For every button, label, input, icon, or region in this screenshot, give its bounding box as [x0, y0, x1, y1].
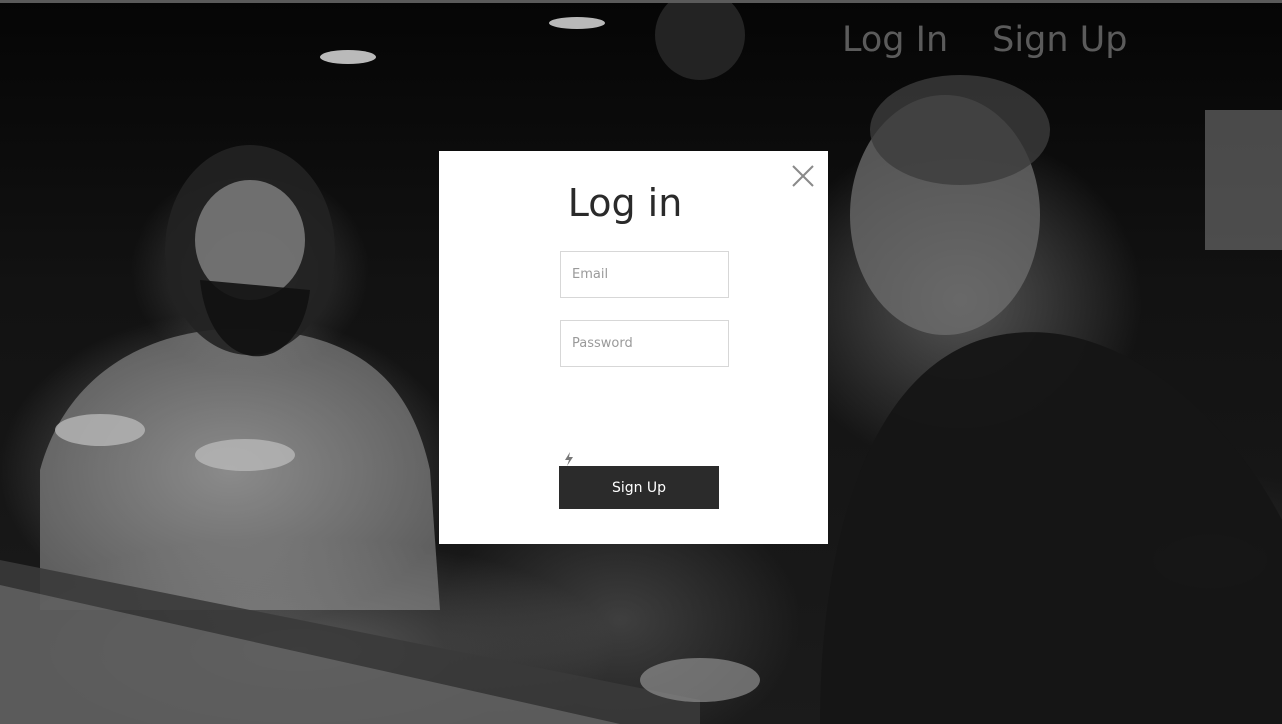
lightning-icon	[563, 451, 575, 466]
signup-button[interactable]: Sign Up	[559, 466, 719, 509]
email-field[interactable]	[560, 251, 729, 298]
nav-login-link[interactable]: Log In	[842, 20, 948, 60]
page: Log In Sign Up Log in Sign Up	[0, 0, 1282, 724]
login-modal: Log in Sign Up	[439, 151, 828, 544]
modal-title: Log in	[567, 181, 683, 225]
header-nav: Log In Sign Up	[842, 20, 1127, 60]
password-field[interactable]	[560, 320, 729, 367]
top-border	[0, 0, 1282, 3]
nav-signup-link[interactable]: Sign Up	[992, 20, 1127, 60]
